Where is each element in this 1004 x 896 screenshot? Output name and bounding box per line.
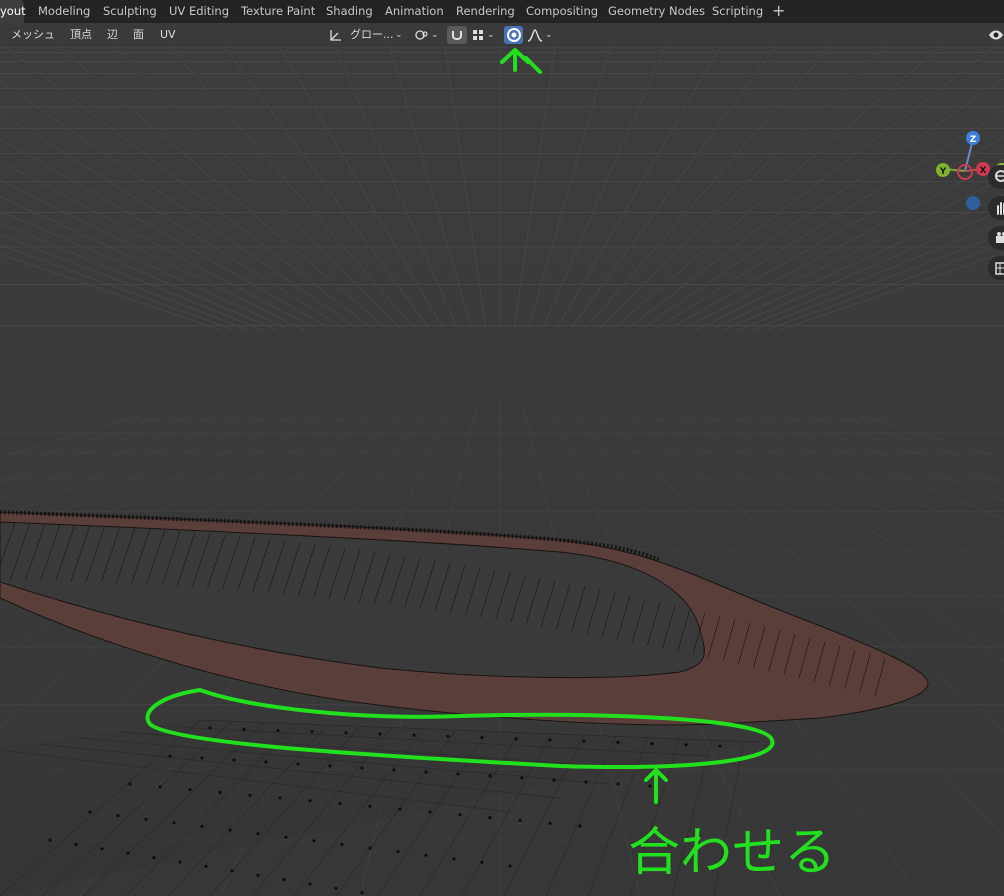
menu-face[interactable]: 面 <box>133 23 144 47</box>
proportional-editing-toggle[interactable] <box>504 26 523 44</box>
menu-edge[interactable]: 辺 <box>107 23 118 47</box>
camera-icon <box>996 232 1004 243</box>
eye-icon <box>989 30 1003 40</box>
annotation-text: 合わせる <box>628 823 836 883</box>
hand-icon <box>997 202 1004 215</box>
tab-geometry-nodes[interactable]: Geometry Nodes <box>608 0 705 23</box>
transform-orientation-dropdown[interactable]: グロー... ⌄ <box>326 26 406 44</box>
viewport-scene: 合わせる <box>0 47 1004 896</box>
tab-sculpting[interactable]: Sculpting <box>103 0 157 23</box>
tab-texture-paint[interactable]: Texture Paint <box>241 0 315 23</box>
chevron-down-icon: ⌄ <box>395 30 403 40</box>
svg-text:X: X <box>980 166 987 176</box>
chevron-down-icon: ⌄ <box>545 30 553 40</box>
chevron-down-icon: ⌄ <box>431 30 439 40</box>
tab-scripting[interactable]: Scripting <box>712 0 763 23</box>
pivot-icon <box>415 30 428 40</box>
menu-uv[interactable]: UV <box>160 23 176 47</box>
visibility-dropdown[interactable] <box>986 26 1004 44</box>
snap-target-dropdown[interactable]: ⌄ <box>469 26 497 44</box>
tab-uv-editing[interactable]: UV Editing <box>169 0 229 23</box>
gizmo-neg-z-axis[interactable] <box>966 196 980 210</box>
snap-toggle[interactable] <box>447 26 467 44</box>
proportional-falloff-dropdown[interactable]: ⌄ <box>526 26 554 44</box>
tab-animation[interactable]: Animation <box>385 0 444 23</box>
blender-window: yout Modeling Sculpting UV Editing Textu… <box>0 0 1004 896</box>
tab-layout[interactable]: yout <box>0 0 26 23</box>
3d-viewport[interactable]: 合わせる Z Y X <box>0 47 1004 896</box>
transform-axes-icon <box>330 30 341 41</box>
tab-shading[interactable]: Shading <box>326 0 373 23</box>
pivot-point-dropdown[interactable]: ⌄ <box>412 26 440 44</box>
menu-vertex[interactable]: 頂点 <box>70 23 92 47</box>
tab-modeling[interactable]: Modeling <box>38 0 90 23</box>
add-workspace-button[interactable]: + <box>772 0 785 23</box>
viewport-header: メッシュ 頂点 辺 面 UV グロー... ⌄ ⌄ ⌄ ⌄ <box>0 23 1004 47</box>
snap-grid-icon <box>473 30 483 40</box>
zoom-icon <box>995 170 1004 182</box>
svg-text:Z: Z <box>970 135 977 145</box>
menu-mesh[interactable]: メッシュ <box>11 23 55 47</box>
tab-rendering[interactable]: Rendering <box>456 0 515 23</box>
chevron-down-icon: ⌄ <box>487 30 495 40</box>
svg-text:Y: Y <box>939 167 947 177</box>
falloff-curve-icon <box>527 29 543 42</box>
workspace-tabs-bar: yout Modeling Sculpting UV Editing Textu… <box>0 0 1004 23</box>
magnet-icon <box>452 31 462 40</box>
proportional-editing-icon <box>507 28 521 42</box>
tab-compositing[interactable]: Compositing <box>526 0 598 23</box>
grid-icon <box>995 262 1004 275</box>
